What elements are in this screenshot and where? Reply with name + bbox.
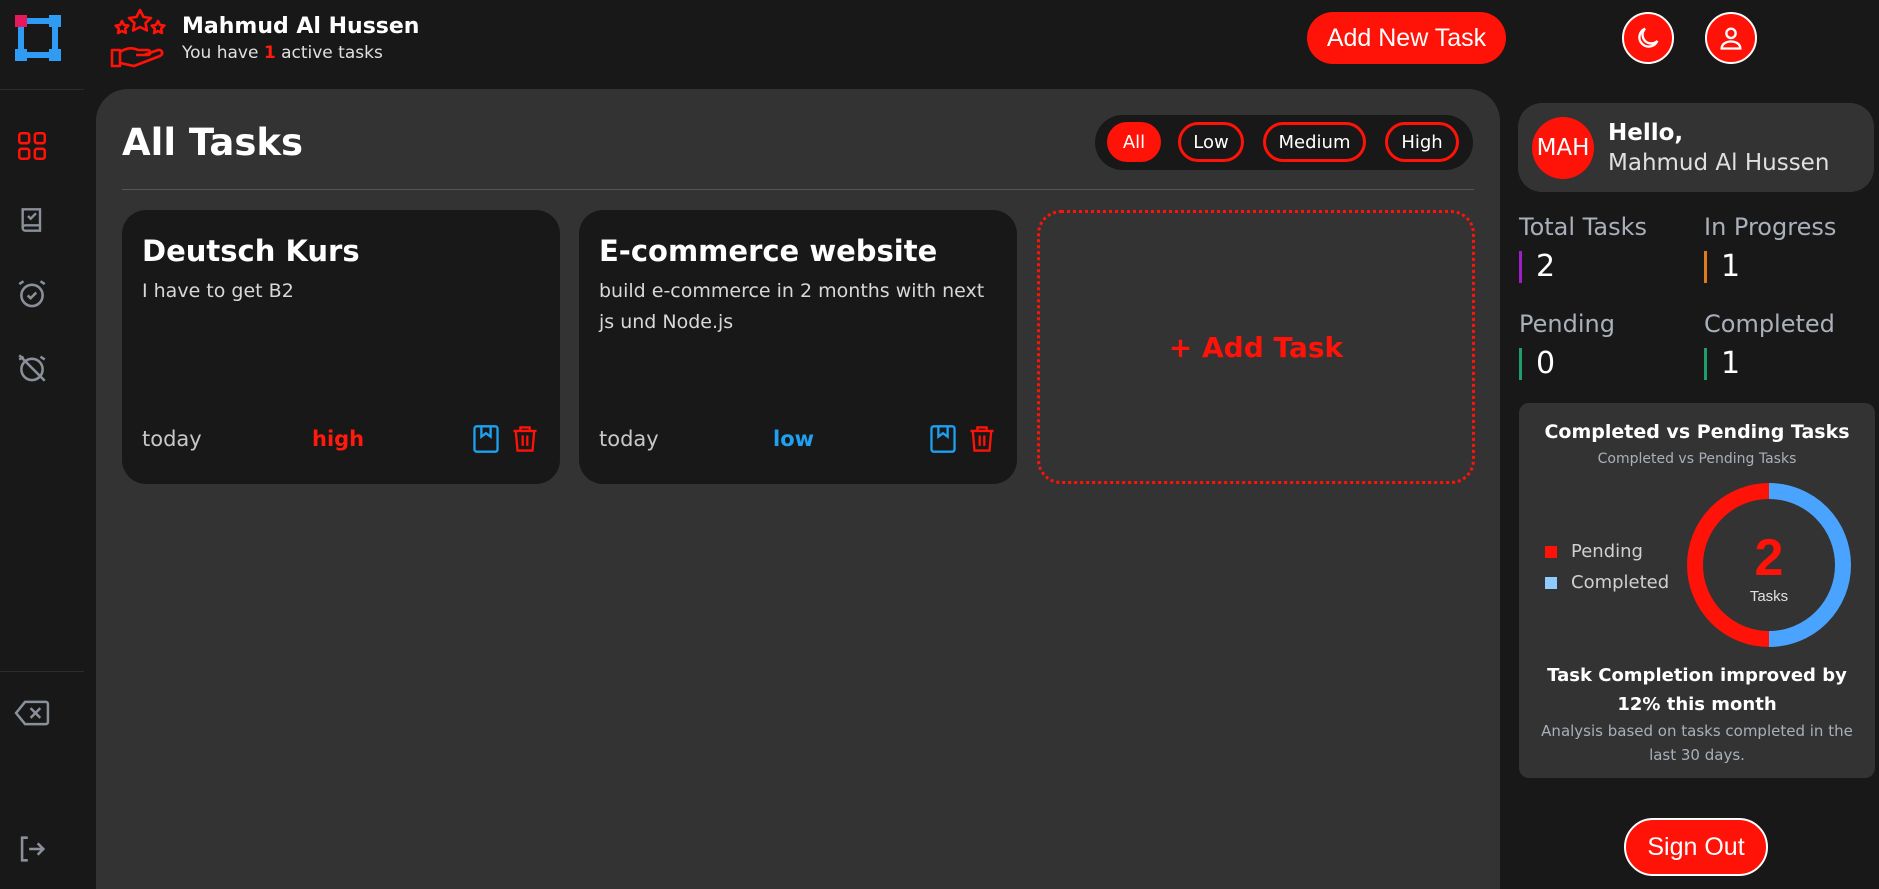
donut-center-label: Tasks [1750, 588, 1788, 605]
book-check-icon [21, 208, 42, 232]
chart-footer-note: Analysis based on tasks completed in the… [1541, 722, 1853, 764]
delete-task-button[interactable] [967, 423, 997, 455]
title-divider [122, 189, 1474, 190]
task-description: I have to get B2 [142, 280, 294, 302]
theme-toggle-button[interactable] [1622, 12, 1674, 64]
stat-bar [1704, 250, 1707, 283]
filter-all[interactable]: All [1107, 122, 1161, 162]
filter-medium[interactable]: Medium [1263, 122, 1366, 162]
add-new-task-button[interactable]: Add New Task [1307, 12, 1506, 64]
grid-icon [17, 131, 47, 161]
stat-bar [1519, 347, 1522, 380]
stat-value: 1 [1721, 249, 1741, 284]
alarm-clock-icon [18, 280, 46, 308]
task-card[interactable]: E-commerce website build e-commerce in 2… [579, 210, 1017, 484]
task-priority: high [312, 427, 365, 451]
stat-pending: Pending 0 [1519, 310, 1689, 381]
completion-chart-card: Completed vs Pending Tasks Completed vs … [1519, 403, 1875, 778]
main-panel: All Tasks All Low Medium High Deutsch Ku… [96, 89, 1500, 889]
chart-legend: Pending Completed [1545, 541, 1669, 603]
stat-total: Total Tasks 2 [1519, 213, 1689, 284]
profile-card: MAH Hello, Mahmud Al Hussen [1518, 103, 1874, 192]
left-rail [0, 0, 84, 884]
stat-completed: Completed 1 [1704, 310, 1874, 381]
stat-value: 0 [1536, 346, 1556, 381]
stat-value: 2 [1536, 249, 1556, 284]
nav-overdue[interactable] [12, 348, 52, 388]
profile-button[interactable] [1705, 12, 1757, 64]
legend-swatch [1545, 545, 1557, 558]
task-date: today [599, 427, 659, 451]
alarm-off-icon [18, 354, 46, 382]
stat-bar [1704, 347, 1707, 380]
task-card[interactable]: Deutsch Kurs I have to get B2 today high [122, 210, 560, 484]
delete-task-button[interactable] [510, 423, 540, 455]
hand-stars-icon [110, 8, 166, 68]
logout-icon [20, 836, 46, 862]
chart-footer-headline: Task Completion improved by 12% this mon… [1547, 665, 1847, 715]
avatar[interactable]: MAH [1532, 116, 1594, 179]
priority-filter-group: All Low Medium High [1095, 115, 1473, 170]
nav-completed[interactable] [12, 200, 52, 240]
add-task-card[interactable]: + Add Task [1037, 210, 1475, 484]
filter-high[interactable]: High [1385, 122, 1459, 162]
chart-subtitle: Completed vs Pending Tasks [1597, 451, 1797, 467]
bookmark-edit-icon [930, 425, 956, 453]
rail-divider-bottom [0, 671, 84, 672]
stat-bar [1519, 250, 1522, 283]
greeting: Hello, [1608, 119, 1684, 146]
donut-chart: 2 Tasks [1687, 483, 1851, 647]
bookmark-edit-icon [473, 425, 499, 453]
task-date: today [142, 427, 202, 451]
edit-task-button[interactable] [928, 423, 958, 455]
chart-title: Completed vs Pending Tasks [1544, 421, 1850, 443]
nav-pending[interactable] [12, 274, 52, 314]
donut-center-value: 2 [1755, 529, 1784, 587]
stat-label: Total Tasks [1519, 213, 1647, 241]
filter-low[interactable]: Low [1178, 122, 1244, 162]
profile-name: Mahmud Al Hussen [1608, 149, 1830, 176]
task-description: build e-commerce in 2 months with next j… [599, 280, 985, 333]
legend-item-pending[interactable]: Pending [1545, 541, 1669, 562]
rail-divider-top [0, 89, 84, 90]
stat-label: Completed [1704, 310, 1835, 338]
nav-delete-all[interactable] [12, 693, 52, 733]
stat-in-progress: In Progress 1 [1704, 213, 1874, 284]
legend-label: Completed [1571, 572, 1670, 593]
page-title: All Tasks [122, 121, 303, 164]
header-user-name: Mahmud Al Hussen [182, 13, 420, 39]
trash-icon [970, 426, 994, 452]
app-logo-icon[interactable] [13, 13, 63, 63]
legend-swatch [1545, 576, 1557, 589]
header-greeting: Mahmud Al Hussen You have 1 active tasks [108, 8, 419, 68]
task-title: Deutsch Kurs [142, 234, 360, 268]
task-priority: low [773, 427, 815, 451]
active-count: 1 [263, 42, 276, 63]
task-title: E-commerce website [599, 234, 938, 268]
moon-icon [1638, 27, 1659, 48]
add-task-label: + Add Task [1168, 330, 1344, 364]
delete-backspace-icon [14, 700, 50, 726]
sign-out-button[interactable]: Sign Out [1624, 818, 1768, 876]
stat-label: In Progress [1704, 213, 1837, 241]
edit-task-button[interactable] [471, 423, 501, 455]
user-icon [1720, 27, 1742, 50]
nav-all-tasks[interactable] [12, 126, 52, 166]
stat-label: Pending [1519, 310, 1615, 338]
trash-icon [513, 426, 537, 452]
legend-label: Pending [1571, 541, 1643, 562]
nav-logout[interactable] [12, 829, 52, 869]
stat-value: 1 [1721, 346, 1741, 381]
header-active-tasks: You have 1 active tasks [182, 42, 383, 63]
legend-item-completed[interactable]: Completed [1545, 572, 1669, 593]
